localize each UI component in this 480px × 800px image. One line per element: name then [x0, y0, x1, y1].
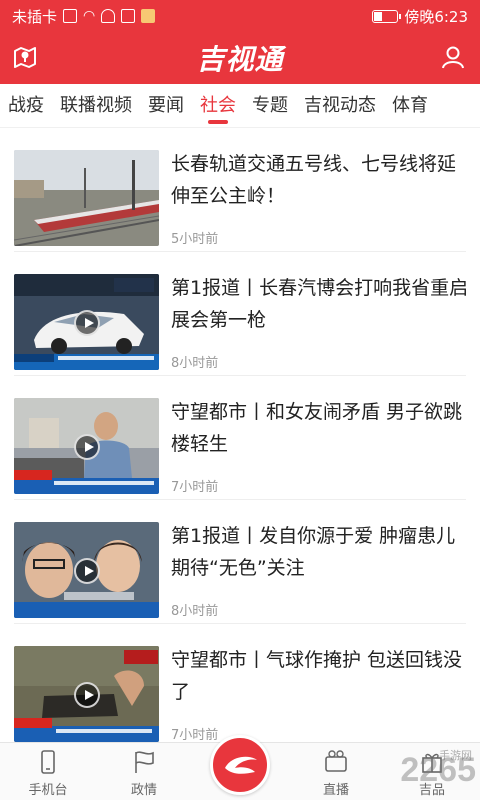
tab-lianbo-video[interactable]: 联播视频 — [52, 84, 140, 127]
news-title: 守望都市丨和女友闹矛盾 男子欲跳楼轻生 — [171, 401, 463, 455]
news-time: 7小时前 — [171, 480, 219, 495]
wifi-icon: ◠ — [83, 8, 96, 24]
news-item[interactable]: 守望都市丨和女友闹矛盾 男子欲跳楼轻生 7小时前 — [0, 376, 480, 500]
battery-icon — [372, 9, 402, 23]
bottom-tab-bar: 手机台 政情 直播 吉品 2265 手游网 — [0, 735, 480, 800]
news-thumbnail — [14, 398, 159, 494]
category-tabs: 战疫 联播视频 要闻 社会 专题 吉视动态 体育 — [0, 84, 480, 128]
news-thumbnail — [14, 646, 159, 742]
news-time: 8小时前 — [171, 356, 219, 371]
status-bar: 未插卡 ◠ 傍晚6:23 — [0, 0, 480, 32]
news-title: 守望都市丨气球作掩护 包送回钱没了 — [171, 649, 463, 703]
tab-live[interactable]: 直播 — [296, 749, 376, 798]
sim-icon — [63, 9, 78, 23]
news-thumbnail — [14, 150, 159, 246]
news-item[interactable]: 长春轨道交通五号线、七号线将延伸至公主岭！ 5小时前 — [0, 128, 480, 252]
news-time: 8小时前 — [171, 604, 219, 619]
tab-label: 政情 — [130, 783, 157, 798]
phone-icon — [35, 749, 61, 775]
tab-yaowen[interactable]: 要闻 — [140, 84, 192, 127]
play-icon[interactable] — [74, 310, 100, 336]
clock: 傍晚6:23 — [404, 7, 468, 26]
tv-icon — [323, 749, 349, 775]
news-title: 长春轨道交通五号线、七号线将延伸至公主岭！ — [171, 153, 457, 207]
user-icon[interactable] — [440, 44, 466, 70]
tab-shehui[interactable]: 社会 — [192, 84, 244, 127]
news-time: 5小时前 — [171, 232, 219, 247]
news-time: 7小时前 — [171, 728, 219, 742]
flag-icon — [131, 749, 157, 775]
carrier-text: 未插卡 — [12, 7, 58, 26]
news-item[interactable]: 第1报道丨发自你源于爱 肿瘤患儿期待“无色”关注 8小时前 — [0, 500, 480, 624]
watermark-sub: 手游网 — [439, 749, 472, 762]
app-header: 吉视通 — [0, 32, 480, 84]
map-pin-icon[interactable] — [12, 44, 38, 70]
play-icon[interactable] — [74, 558, 100, 584]
news-feed: 长春轨道交通五号线、七号线将延伸至公主岭！ 5小时前 第1报道丨长春汽博会打响我… — [0, 128, 480, 742]
news-item[interactable]: 守望都市丨气球作掩护 包送回钱没了 7小时前 — [0, 624, 480, 742]
tab-zhuanti[interactable]: 专题 — [244, 84, 296, 127]
news-thumbnail — [14, 522, 159, 618]
brand-swoosh-icon[interactable] — [210, 735, 270, 795]
tab-phone-tv[interactable]: 手机台 — [8, 749, 88, 798]
tab-label: 手机台 — [28, 783, 68, 798]
news-title: 第1报道丨长春汽博会打响我省重启展会第一枪 — [171, 277, 469, 331]
tab-tiyu[interactable]: 体育 — [384, 84, 436, 127]
app-logo: 吉视通 — [196, 43, 284, 76]
play-icon[interactable] — [74, 682, 100, 708]
news-title: 第1报道丨发自你源于爱 肿瘤患儿期待“无色”关注 — [171, 525, 456, 579]
play-icon[interactable] — [74, 434, 100, 460]
tab-jishi-dongtai[interactable]: 吉视动态 — [296, 84, 384, 127]
tab-politics[interactable]: 政情 — [104, 749, 184, 798]
notification-icon — [121, 9, 136, 23]
tab-label: 直播 — [322, 783, 349, 798]
app-icon — [141, 9, 156, 23]
tab-zhanyi[interactable]: 战疫 — [0, 84, 52, 127]
news-thumbnail — [14, 274, 159, 370]
android-icon — [101, 9, 116, 23]
news-item[interactable]: 第1报道丨长春汽博会打响我省重启展会第一枪 8小时前 — [0, 252, 480, 376]
